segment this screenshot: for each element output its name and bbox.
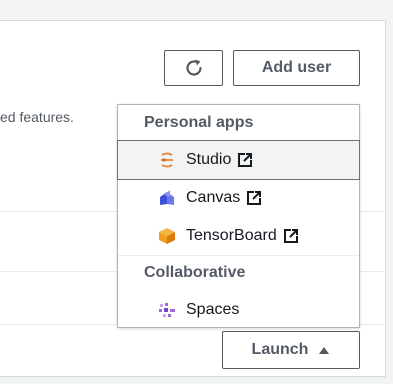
menu-item-label: Spaces: [186, 301, 240, 318]
menu-item-canvas[interactable]: Canvas: [118, 179, 359, 217]
external-link-icon: [246, 190, 262, 206]
external-link-icon: [283, 228, 299, 244]
launch-dropdown-menu: Personal apps Studio Canvas TensorBoard …: [117, 104, 360, 328]
menu-item-label: Studio: [186, 151, 232, 168]
add-user-button[interactable]: Add user: [233, 50, 360, 86]
group-header-collaborative: Collaborative: [144, 264, 246, 281]
menu-item-studio[interactable]: Studio: [117, 140, 360, 180]
menu-item-label: Canvas: [186, 189, 241, 206]
description-text: ed features.: [0, 109, 74, 125]
external-link-icon: [237, 152, 253, 168]
refresh-button[interactable]: [164, 50, 223, 86]
refresh-icon: [183, 57, 205, 79]
group-divider: [118, 255, 359, 256]
menu-item-label: TensorBoard: [186, 227, 277, 244]
group-header-personal-apps: Personal apps: [144, 114, 254, 131]
caret-up-icon: [318, 345, 330, 355]
tensorboard-icon: [158, 227, 176, 245]
studio-icon: [158, 151, 176, 169]
spaces-icon: [158, 301, 176, 319]
launch-button[interactable]: Launch: [222, 331, 360, 369]
menu-item-spaces[interactable]: Spaces: [118, 291, 359, 329]
menu-item-tensorboard[interactable]: TensorBoard: [118, 217, 359, 255]
launch-label: Launch: [251, 341, 309, 358]
canvas-icon: [158, 189, 176, 207]
